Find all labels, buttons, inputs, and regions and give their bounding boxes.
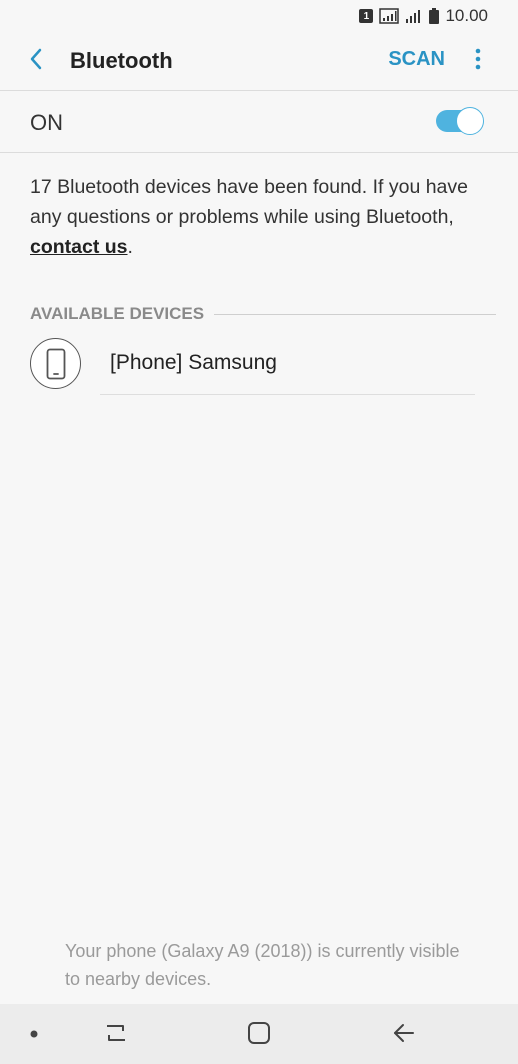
info-suffix: . xyxy=(127,236,133,258)
status-time: 10.00 xyxy=(445,6,488,25)
home-button[interactable] xyxy=(244,1020,274,1050)
app-bar: Bluetooth SCAN xyxy=(0,32,518,90)
sim-badge: 1 xyxy=(359,9,374,23)
more-vertical-icon xyxy=(475,48,481,75)
divider xyxy=(0,152,518,153)
cell-signal-icon xyxy=(405,8,423,24)
nav-dot-button[interactable] xyxy=(24,1024,44,1044)
device-name: [Phone] Samsung xyxy=(110,351,277,374)
device-divider xyxy=(100,394,475,395)
dot-icon xyxy=(30,1025,38,1043)
back-nav-button[interactable] xyxy=(388,1020,420,1050)
wifi-signal-icon xyxy=(379,8,400,24)
battery-icon xyxy=(429,8,440,24)
chevron-left-icon xyxy=(28,47,44,76)
home-icon xyxy=(247,1021,271,1050)
scan-button[interactable]: SCAN xyxy=(388,48,445,71)
back-arrow-icon xyxy=(392,1022,416,1049)
toggle-thumb xyxy=(456,107,484,135)
more-options-button[interactable] xyxy=(466,48,490,74)
toggle-label: ON xyxy=(30,110,63,135)
visibility-note: Your phone (Galaxy A9 (2018)) is current… xyxy=(65,941,460,989)
recent-apps-button[interactable] xyxy=(98,1020,134,1050)
status-bar: 1 10.00 xyxy=(0,0,518,32)
page-title: Bluetooth xyxy=(70,48,173,73)
recent-apps-icon xyxy=(103,1022,129,1049)
info-message: 17 Bluetooth devices have been found. If… xyxy=(30,176,468,228)
bluetooth-toggle-row[interactable]: ON xyxy=(0,91,518,152)
contact-us-link[interactable]: contact us xyxy=(30,236,128,258)
section-divider xyxy=(214,313,496,315)
list-item[interactable]: [Phone] Samsung xyxy=(0,333,518,395)
bluetooth-toggle[interactable] xyxy=(436,107,484,135)
available-devices-header: AVAILABLE DEVICES xyxy=(30,302,496,326)
section-title: AVAILABLE DEVICES xyxy=(30,304,205,323)
back-button[interactable] xyxy=(22,44,50,78)
info-text: 17 Bluetooth devices have been found. If… xyxy=(30,172,480,262)
phone-icon xyxy=(30,338,81,389)
navigation-bar xyxy=(0,1004,518,1064)
